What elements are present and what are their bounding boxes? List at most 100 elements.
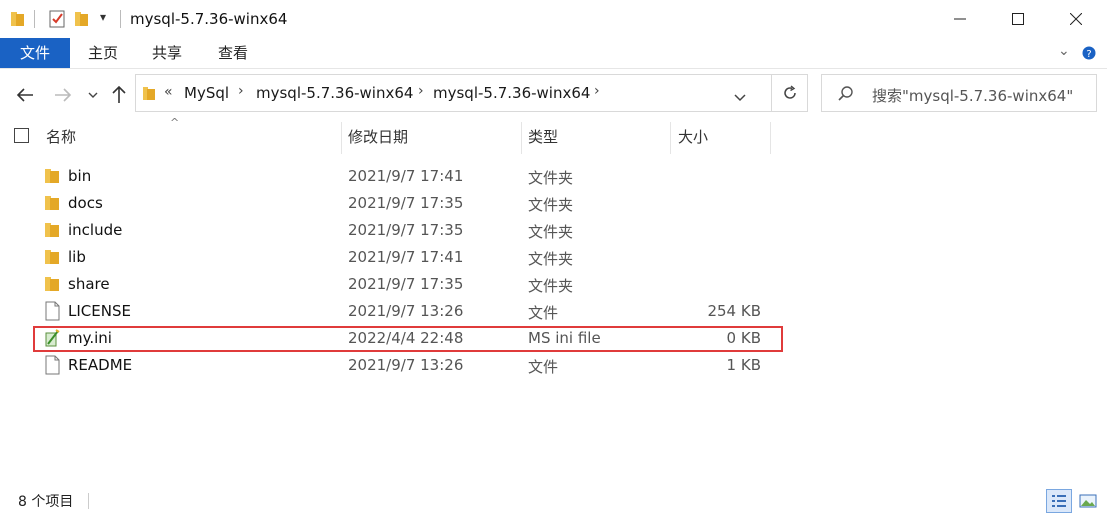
folder-icon bbox=[45, 169, 59, 183]
window-title: mysql-5.7.36-winx64 bbox=[130, 10, 288, 28]
forward-arrow-icon bbox=[55, 88, 72, 102]
tab-share[interactable]: 共享 bbox=[138, 38, 196, 68]
file-date: 2021/9/7 17:35 bbox=[348, 275, 464, 293]
folder-icon bbox=[11, 12, 24, 26]
tab-view[interactable]: 查看 bbox=[204, 38, 262, 68]
column-divider[interactable] bbox=[670, 122, 671, 154]
forward-button[interactable] bbox=[50, 82, 76, 108]
file-type: 文件夹 bbox=[528, 250, 574, 268]
back-button[interactable] bbox=[12, 82, 38, 108]
refresh-button[interactable] bbox=[772, 74, 808, 112]
list-item[interactable]: bin 2021/9/7 17:41 文件夹 bbox=[0, 163, 1107, 190]
file-type: 文件 bbox=[528, 358, 559, 376]
list-item[interactable]: docs 2021/9/7 17:35 文件夹 bbox=[0, 190, 1107, 217]
file-icon bbox=[45, 355, 60, 375]
address-bar[interactable]: « MySql › mysql-5.7.36-winx64 › mysql-5.… bbox=[135, 74, 772, 112]
close-button[interactable] bbox=[1048, 0, 1104, 38]
minimize-icon bbox=[954, 18, 966, 20]
breadcrumb-mysql[interactable]: MySql bbox=[184, 84, 229, 102]
details-view-button[interactable] bbox=[1046, 489, 1072, 513]
file-name: include bbox=[68, 221, 123, 239]
large-icons-view-button[interactable] bbox=[1075, 489, 1101, 513]
close-icon bbox=[1070, 13, 1082, 25]
file-name: share bbox=[68, 275, 110, 293]
search-input[interactable]: 搜索"mysql-5.7.36-winx64" bbox=[872, 85, 1073, 106]
column-divider[interactable] bbox=[521, 122, 522, 154]
column-header-name[interactable]: 名称 bbox=[46, 126, 76, 152]
search-icon bbox=[838, 86, 853, 101]
breadcrumb-separator[interactable]: › bbox=[594, 83, 600, 99]
folder-icon bbox=[45, 223, 59, 237]
file-name: docs bbox=[68, 194, 103, 212]
recent-locations-button[interactable] bbox=[84, 84, 102, 106]
title-bar: ▾ mysql-5.7.36-winx64 bbox=[0, 0, 1107, 38]
divider bbox=[34, 10, 35, 28]
file-date: 2021/9/7 17:35 bbox=[348, 221, 464, 239]
back-arrow-icon bbox=[16, 88, 33, 102]
list-item[interactable]: share 2021/9/7 17:35 文件夹 bbox=[0, 271, 1107, 298]
file-type: 文件夹 bbox=[528, 223, 574, 241]
file-name: bin bbox=[68, 167, 92, 185]
select-all-checkbox[interactable] bbox=[14, 128, 29, 143]
file-date: 2021/9/7 17:41 bbox=[348, 167, 464, 185]
column-header-type[interactable]: 类型 bbox=[528, 126, 558, 152]
list-item[interactable]: README 2021/9/7 13:26 文件 1 KB bbox=[0, 352, 1107, 379]
breadcrumb-mysql-parent[interactable]: mysql-5.7.36-winx64 bbox=[256, 84, 413, 102]
column-header-date[interactable]: 修改日期 bbox=[348, 126, 408, 152]
maximize-icon bbox=[1012, 13, 1024, 25]
file-date: 2021/9/7 13:26 bbox=[348, 302, 464, 320]
file-date: 2021/9/7 17:35 bbox=[348, 194, 464, 212]
file-size: 254 KB bbox=[707, 302, 761, 320]
breadcrumb-separator[interactable]: › bbox=[238, 83, 244, 99]
file-name: LICENSE bbox=[68, 302, 131, 320]
item-count: 8 个项目 bbox=[18, 494, 74, 510]
list-item[interactable]: lib 2021/9/7 17:41 文件夹 bbox=[0, 244, 1107, 271]
up-button[interactable] bbox=[108, 82, 130, 108]
folder-icon bbox=[45, 250, 59, 264]
file-size: 1 KB bbox=[726, 356, 761, 374]
new-folder-icon[interactable] bbox=[74, 10, 90, 28]
list-item[interactable]: LICENSE 2021/9/7 13:26 文件 254 KB bbox=[0, 298, 1107, 325]
details-view-icon bbox=[1052, 495, 1066, 507]
file-type: 文件夹 bbox=[528, 277, 574, 295]
column-divider[interactable] bbox=[770, 122, 771, 154]
large-icons-view-icon bbox=[1079, 494, 1097, 508]
maximize-button[interactable] bbox=[990, 0, 1046, 38]
folder-icon bbox=[143, 87, 155, 100]
up-arrow-icon bbox=[112, 86, 126, 103]
file-name: README bbox=[68, 356, 133, 374]
column-divider[interactable] bbox=[341, 122, 342, 154]
help-icon[interactable]: ? bbox=[1082, 46, 1096, 60]
address-dropdown-button[interactable] bbox=[734, 88, 746, 106]
divider bbox=[120, 10, 121, 28]
breadcrumb-overflow[interactable]: « bbox=[164, 84, 173, 100]
properties-icon[interactable] bbox=[48, 9, 66, 29]
file-type: 文件 bbox=[528, 304, 559, 322]
quick-access-dropdown-icon[interactable]: ▾ bbox=[100, 10, 106, 24]
chevron-down-icon bbox=[734, 94, 746, 102]
tab-file[interactable]: 文件 bbox=[0, 38, 70, 68]
svg-text:?: ? bbox=[1086, 49, 1091, 60]
file-type: 文件夹 bbox=[528, 196, 574, 214]
file-date: 2021/9/7 13:26 bbox=[348, 356, 464, 374]
breadcrumb-mysql-current[interactable]: mysql-5.7.36-winx64 bbox=[433, 84, 590, 102]
folder-icon bbox=[45, 196, 59, 210]
tab-home[interactable]: 主页 bbox=[74, 38, 132, 68]
sort-ascending-icon: ^ bbox=[170, 116, 180, 129]
chevron-down-icon bbox=[88, 92, 98, 98]
search-box[interactable]: 搜索"mysql-5.7.36-winx64" bbox=[821, 74, 1097, 112]
minimize-button[interactable] bbox=[932, 0, 988, 38]
file-date: 2021/9/7 17:41 bbox=[348, 248, 464, 266]
file-type: 文件夹 bbox=[528, 169, 574, 187]
column-header-size[interactable]: 大小 bbox=[678, 126, 708, 152]
list-item[interactable]: include 2021/9/7 17:35 文件夹 bbox=[0, 217, 1107, 244]
ribbon-tabs: 文件 主页 共享 查看 ⌄ ? bbox=[0, 38, 1107, 68]
folder-icon bbox=[45, 277, 59, 291]
expand-ribbon-icon[interactable]: ⌄ bbox=[1058, 43, 1070, 59]
ribbon-divider bbox=[0, 68, 1107, 69]
refresh-icon bbox=[783, 85, 796, 99]
breadcrumb-separator[interactable]: › bbox=[418, 83, 424, 99]
divider bbox=[88, 493, 89, 509]
file-icon bbox=[45, 301, 60, 321]
highlight-box bbox=[33, 326, 783, 352]
